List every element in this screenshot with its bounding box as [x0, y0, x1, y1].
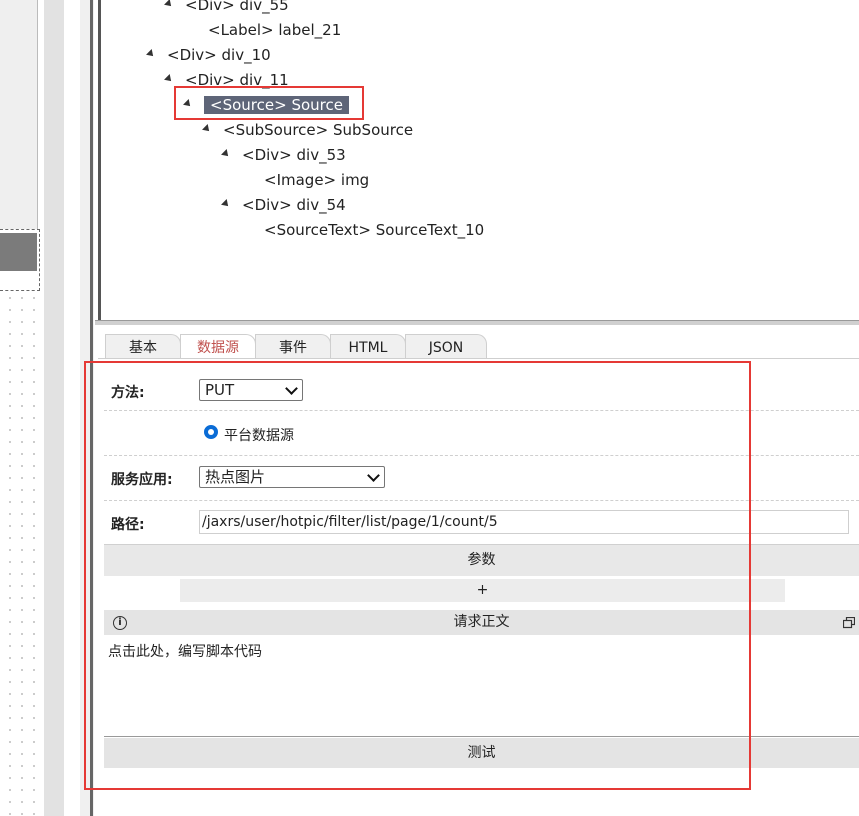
chevron-down-icon: [367, 469, 380, 482]
tree-node-tag: <Div>: [185, 0, 235, 14]
source-type-row: 平台数据源: [104, 410, 859, 456]
tab-html[interactable]: HTML: [330, 334, 406, 358]
method-select-value: PUT: [205, 381, 235, 399]
info-icon[interactable]: i: [113, 616, 127, 630]
params-title: 参数: [467, 552, 496, 568]
tree-node-tag: <SourceText>: [264, 221, 371, 239]
panel-resize-handle[interactable]: [95, 320, 859, 325]
add-param-button[interactable]: +: [180, 579, 785, 602]
tree-node-name: SourceText_10: [375, 221, 485, 239]
tree-node-div-10[interactable]: <Div> div_10: [146, 44, 271, 66]
tree-node-name: div_54: [296, 196, 346, 214]
service-select[interactable]: 热点图片: [199, 466, 385, 488]
tree-node-tag: <SubSource>: [223, 121, 329, 139]
request-body-title: 请求正文: [453, 614, 510, 630]
tree-node-div-53[interactable]: <Div> div_53: [221, 144, 346, 166]
canvas-widget-bar[interactable]: [0, 233, 37, 271]
service-select-value: 热点图片: [205, 468, 266, 486]
tab-json[interactable]: JSON: [405, 334, 487, 358]
tree-node-tag: <Div>: [242, 196, 292, 214]
tree-node-name: img: [340, 171, 370, 189]
tree-node-sourcetext-10[interactable]: <SourceText> SourceText_10: [264, 219, 484, 241]
tree-node-label-21[interactable]: <Label> label_21: [208, 19, 341, 41]
params-header: 参数: [104, 544, 859, 576]
panel-border: [90, 0, 93, 816]
expand-triangle-icon[interactable]: [146, 48, 156, 59]
path-row: 路径: /jaxrs/user/hotpic/filter/list/page/…: [104, 500, 859, 544]
tree-node-name: div_55: [239, 0, 289, 14]
tab-datasource[interactable]: 数据源: [180, 334, 256, 358]
method-row: 方法: PUT: [104, 366, 859, 411]
platform-source-radio[interactable]: [204, 425, 218, 439]
tab-events[interactable]: 事件: [255, 334, 331, 358]
tree-node-tag: <Div>: [167, 46, 217, 64]
method-label: 方法:: [111, 385, 145, 401]
service-row: 服务应用: 热点图片: [104, 455, 859, 501]
request-body-header: i 请求正文: [104, 610, 859, 635]
tree-node-name: label_21: [278, 21, 342, 39]
expand-triangle-icon[interactable]: [221, 148, 231, 159]
selection-highlight: [174, 86, 364, 120]
expand-triangle-icon[interactable]: [164, 0, 174, 9]
restore-window-icon[interactable]: [843, 617, 855, 629]
panel-gap: [64, 0, 80, 816]
tree-node-div-55[interactable]: <Div> div_55: [164, 0, 289, 16]
method-select[interactable]: PUT: [199, 379, 303, 401]
chevron-down-icon: [285, 382, 298, 395]
expand-triangle-icon[interactable]: [164, 73, 174, 84]
tab-underline: [98, 358, 859, 359]
tree-node-tag: <Image>: [264, 171, 337, 189]
panel-splitter[interactable]: [44, 0, 65, 816]
script-placeholder: 点击此处，编写脚本代码: [108, 644, 262, 660]
tree-node-name: div_10: [221, 46, 271, 64]
tree-node-name: div_53: [296, 146, 346, 164]
test-button[interactable]: 测试: [104, 738, 859, 768]
canvas-widget[interactable]: [0, 0, 38, 230]
tree-node-tag: <Label>: [208, 21, 274, 39]
tree-node-subsource[interactable]: <SubSource> SubSource: [202, 119, 414, 141]
platform-source-label[interactable]: 平台数据源: [224, 425, 294, 445]
path-input[interactable]: /jaxrs/user/hotpic/filter/list/page/1/co…: [199, 510, 849, 534]
script-editor[interactable]: 点击此处，编写脚本代码: [104, 635, 859, 737]
tree-node-tag: <Div>: [242, 146, 292, 164]
tree-node-name: SubSource: [333, 121, 414, 139]
path-label: 路径:: [111, 517, 145, 533]
service-label: 服务应用:: [111, 472, 173, 488]
datasource-form: 方法: PUT 平台数据源 服务应用: 热点图片 路径: /jaxrs/user…: [104, 366, 859, 816]
expand-triangle-icon[interactable]: [202, 123, 212, 134]
tree-node-img[interactable]: <Image> img: [264, 169, 369, 191]
expand-triangle-icon[interactable]: [221, 198, 231, 209]
tab-basic[interactable]: 基本: [105, 334, 181, 358]
tree-node-div-54[interactable]: <Div> div_54: [221, 194, 346, 216]
